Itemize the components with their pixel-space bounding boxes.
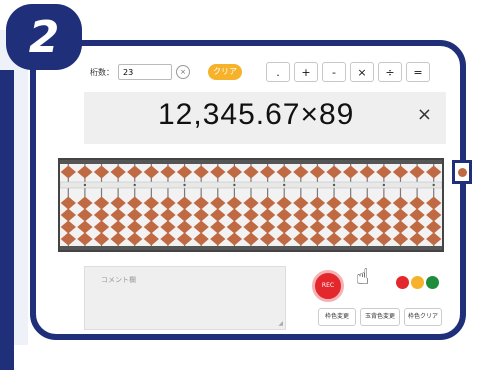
operator-bar: . + - × ÷ = xyxy=(266,62,430,82)
plus-button[interactable]: + xyxy=(294,62,318,82)
divide-button[interactable]: ÷ xyxy=(378,62,402,82)
color-dot-green[interactable] xyxy=(426,276,439,289)
unit-dot xyxy=(432,183,435,187)
comment-field[interactable]: コメント欄 ◢ xyxy=(84,266,286,330)
resize-grip-icon[interactable]: ◢ xyxy=(278,320,283,327)
digits-label: 桁数： xyxy=(90,67,114,77)
expression-text: 12,345.67×89 xyxy=(158,98,355,131)
unit-dot xyxy=(183,183,186,187)
step-number: 2 xyxy=(28,11,60,63)
unit-dot xyxy=(382,183,386,187)
bead-color-dot xyxy=(458,168,467,177)
unit-dot xyxy=(83,183,87,187)
unit-dot xyxy=(283,183,286,187)
equals-button[interactable]: = xyxy=(406,62,430,82)
bead-color-swatch[interactable] xyxy=(452,160,472,184)
digits-input[interactable]: 23 xyxy=(118,64,172,80)
decimal-button[interactable]: . xyxy=(266,62,290,82)
background-panel xyxy=(0,30,28,370)
minus-button[interactable]: - xyxy=(322,62,346,82)
unit-dot xyxy=(332,183,336,187)
rec-button[interactable]: REC xyxy=(312,270,344,302)
frame-color-clear-button[interactable]: 枠色クリア xyxy=(404,308,442,326)
pointer-hand-icon[interactable]: ☝ xyxy=(356,266,369,290)
abacus-svg xyxy=(60,160,442,250)
frame-color-button[interactable]: 枠色変更 xyxy=(318,308,356,326)
color-dot-yellow[interactable] xyxy=(411,276,424,289)
comment-placeholder: コメント欄 xyxy=(101,276,136,284)
clear-button[interactable]: クリア xyxy=(208,64,242,80)
step-badge: 2 xyxy=(6,4,82,70)
multiply-button[interactable]: × xyxy=(350,62,374,82)
abacus[interactable] xyxy=(58,158,444,252)
expression-display: 12,345.67×89 × xyxy=(84,92,446,144)
abacus-top-frame xyxy=(60,160,442,164)
toolbar: 桁数： 23 × クリア xyxy=(90,62,242,82)
unit-dot xyxy=(233,183,236,187)
decorative-bar xyxy=(0,70,14,370)
digits-clear-icon[interactable]: × xyxy=(176,65,190,79)
unit-dot xyxy=(133,183,136,187)
close-icon[interactable]: × xyxy=(417,104,432,125)
abacus-bottom-frame xyxy=(60,246,442,250)
bead-bg-color-button[interactable]: 玉背色変更 xyxy=(360,308,400,326)
color-dot-red[interactable] xyxy=(396,276,409,289)
